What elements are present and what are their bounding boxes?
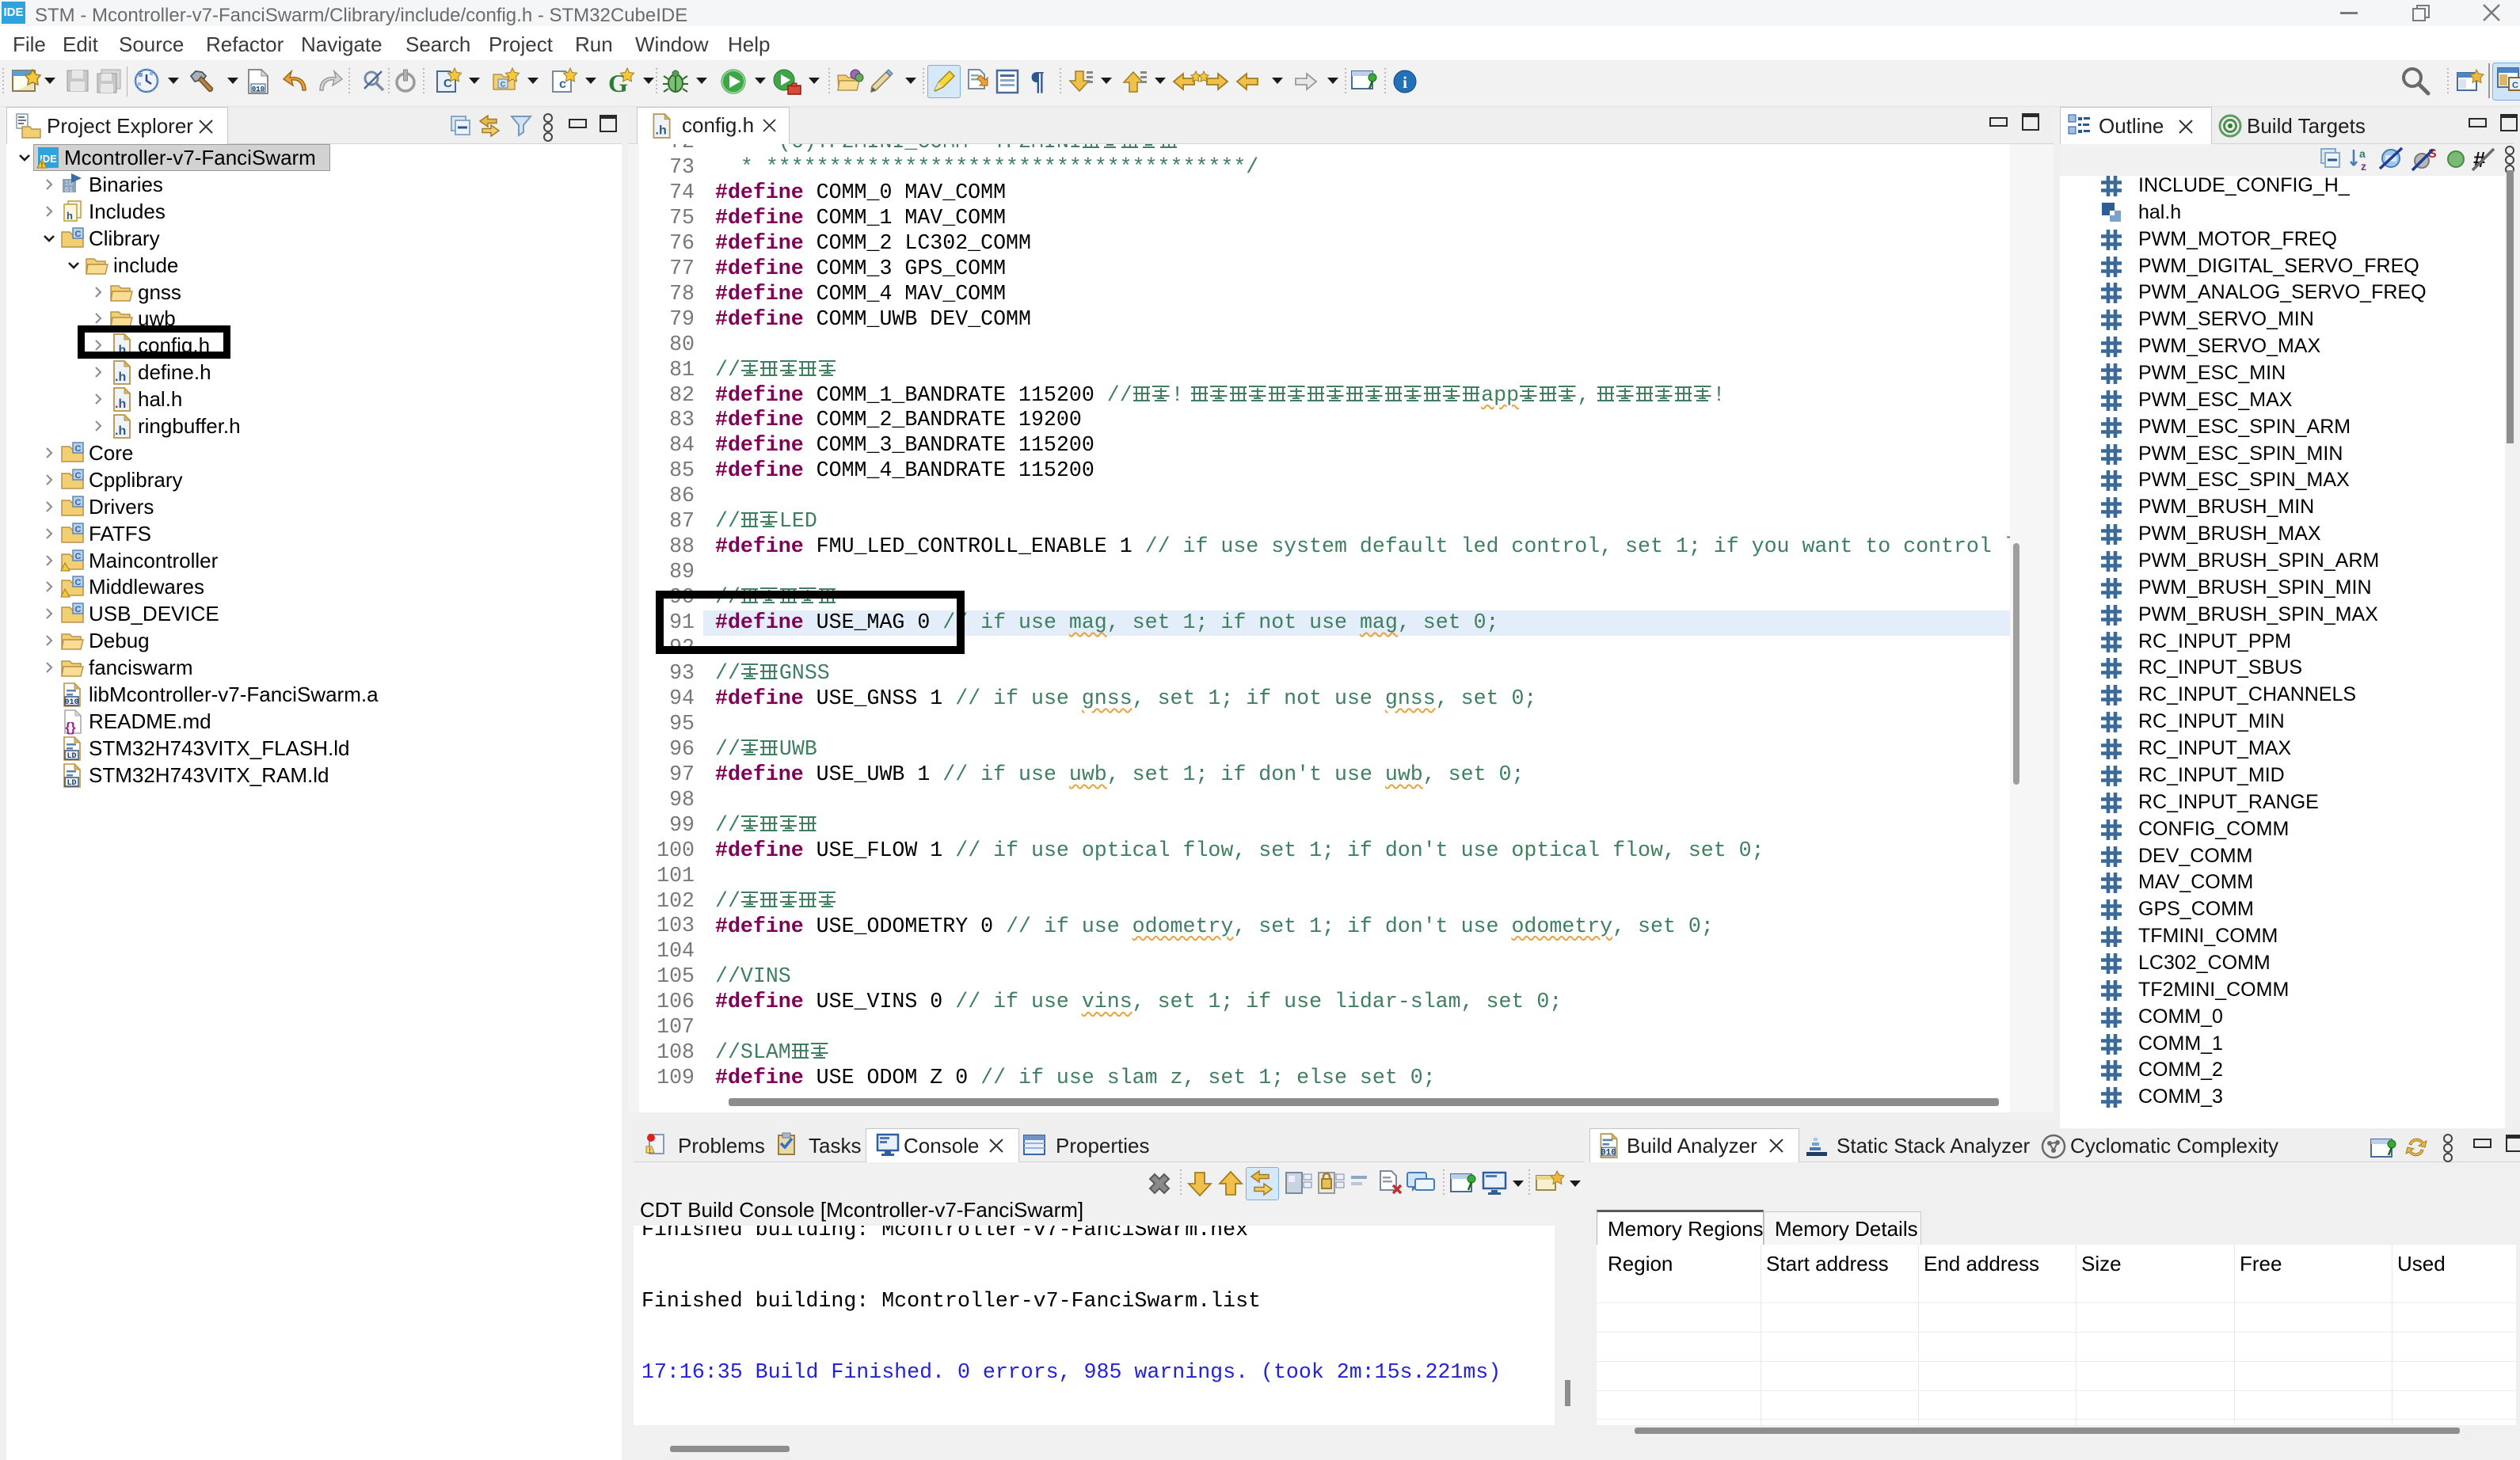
svg-text:.h: .h: [656, 124, 667, 138]
svg-text:a: a: [2359, 147, 2366, 160]
svg-text:C: C: [75, 552, 82, 561]
svg-text:h: h: [67, 210, 73, 222]
svg-text:010: 010: [252, 86, 265, 93]
svg-text:C: C: [75, 471, 82, 481]
svg-text:C: C: [75, 230, 82, 239]
svg-text:010: 010: [64, 698, 78, 707]
svg-text:z: z: [2361, 160, 2366, 173]
svg-text:c: c: [559, 78, 566, 91]
svg-text:.h: .h: [115, 397, 126, 411]
svg-text:C: C: [75, 578, 82, 587]
svg-text:LD: LD: [67, 779, 76, 788]
svg-text:C: C: [75, 605, 82, 614]
svg-text:01: 01: [65, 186, 74, 194]
svg-text:.h: .h: [115, 371, 126, 384]
svg-text:C: C: [501, 81, 506, 89]
svg-text:i: i: [1403, 73, 1407, 92]
svg-text:!: !: [41, 161, 44, 169]
svg-text:C: C: [2512, 81, 2518, 90]
svg-text:LD: LD: [67, 752, 76, 761]
svg-text:C: C: [75, 525, 82, 534]
svg-text:.h: .h: [115, 424, 126, 438]
svg-text:C: C: [75, 444, 82, 454]
svg-text:{}: {}: [65, 720, 76, 735]
svg-text:C: C: [75, 498, 82, 508]
svg-text:!: !: [649, 1146, 651, 1154]
svg-text:010: 010: [1601, 1148, 1616, 1158]
